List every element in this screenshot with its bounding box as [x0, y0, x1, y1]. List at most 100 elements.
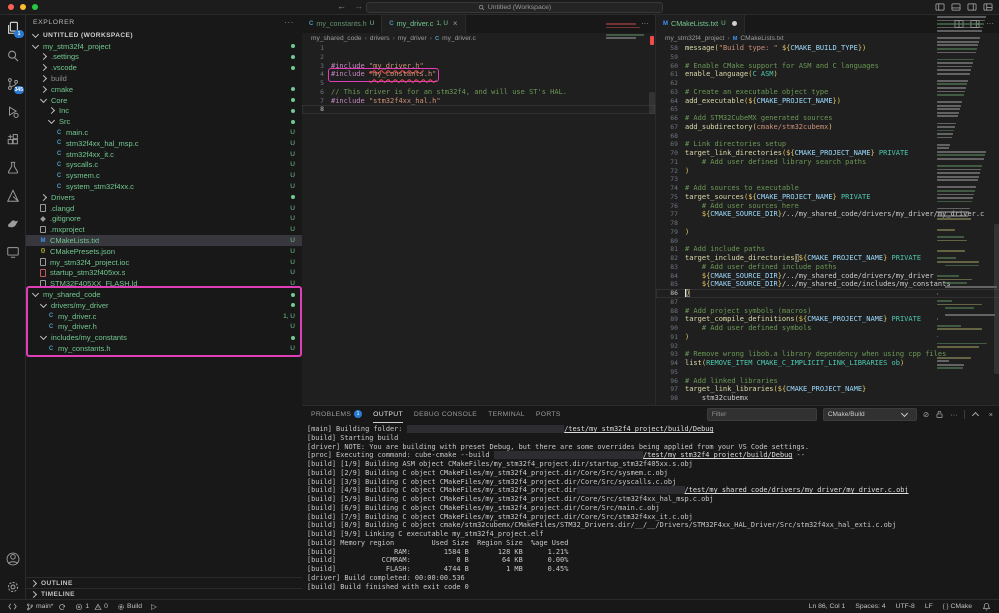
code-line[interactable]: 61enable_language(C ASM) [656, 70, 999, 79]
breadcrumb-item[interactable]: drivers [370, 35, 390, 42]
tree-file-row[interactable]: Cmy_driver.hU [25, 322, 302, 333]
tree-file-row[interactable]: Csyscalls.cU [25, 160, 302, 171]
sync-icon[interactable] [58, 603, 66, 611]
code-line[interactable]: 4#include "my_constants.h" [302, 70, 655, 79]
eol[interactable]: LF [925, 603, 933, 610]
tree-folder-row[interactable]: drivers/my_driver [25, 300, 302, 311]
tree-file-row[interactable]: my_stm32f4_project.iocU [25, 257, 302, 268]
code-line[interactable]: 67add_subdirectory(cmake/stm32cubemx) [656, 123, 999, 132]
tree-file-row[interactable]: Cstm32f4xx_it.cU [25, 149, 302, 160]
panel-tab-problems[interactable]: PROBLEMS1 [311, 407, 362, 423]
clear-output-icon[interactable]: ⊘ [923, 411, 929, 419]
breadcrumb-item[interactable]: my_driver [398, 35, 427, 42]
output-filter-input[interactable] [707, 408, 817, 421]
cursor-position[interactable]: Ln 86, Col 1 [809, 603, 846, 610]
code-line[interactable]: 81# Add include paths [656, 245, 999, 254]
tree-file-row[interactable]: .gitignoreU [25, 214, 302, 225]
code-line[interactable]: 95 [656, 368, 999, 377]
toggle-secondary-sidebar-icon[interactable] [967, 2, 977, 12]
back-icon[interactable]: ← [337, 1, 346, 11]
code-line[interactable]: 84 ${CMAKE_SOURCE_DIR}/../my_shared_code… [656, 272, 999, 281]
minimize-window-button[interactable] [20, 4, 26, 10]
code-line[interactable]: 83 # Add user defined include paths [656, 263, 999, 272]
notifications-bell-icon[interactable] [982, 602, 991, 611]
code-line[interactable]: 80 [656, 237, 999, 246]
toggle-panel-icon[interactable] [951, 2, 961, 12]
tab-my-driver[interactable]: C my_driver.c 1, U × [382, 14, 465, 33]
indentation[interactable]: Spaces: 4 [855, 603, 885, 610]
output-log[interactable]: [main] Building folder: /test/my_stm32f4… [307, 425, 997, 598]
tree-folder-row[interactable]: includes/my_constants [25, 332, 302, 343]
command-center[interactable]: Untitled (Workspace) [366, 2, 663, 13]
code-line[interactable]: 94list(REMOVE_ITEM CMAKE_C_IMPLICIT_LINK… [656, 359, 999, 368]
code-line[interactable]: 70target_link_directories(${CMAKE_PROJEC… [656, 149, 999, 158]
code-line[interactable]: 2 [302, 53, 655, 62]
editor-layout-icon[interactable] [970, 19, 980, 29]
encoding[interactable]: UTF-8 [896, 603, 915, 610]
code-line[interactable]: 8 [302, 105, 655, 114]
tree-folder-row[interactable]: my_shared_code [25, 289, 302, 300]
settings-gear-icon[interactable] [5, 579, 20, 594]
toggle-primary-sidebar-icon[interactable] [935, 2, 945, 12]
code-line[interactable]: 6// This driver is for an stm32f4, and w… [302, 88, 655, 97]
run-target-icon[interactable]: ▷ [151, 602, 157, 611]
explorer-more-actions-icon[interactable]: ··· [284, 18, 294, 27]
tree-folder-row[interactable]: .vscode [25, 62, 302, 73]
tree-file-row[interactable]: MCMakeLists.txtU [25, 235, 302, 246]
code-line[interactable]: 5 [302, 79, 655, 88]
output-link[interactable]: /test/my_shared_code/drivers/my_driver/m… [685, 486, 909, 494]
tree-folder-row[interactable]: Src [25, 116, 302, 127]
tree-folder-row[interactable]: .settings [25, 52, 302, 63]
code-line[interactable]: 66# Add STM32CubeMX generated sources [656, 114, 999, 123]
tab-cmakelists[interactable]: M CMakeLists.txt U [656, 14, 745, 33]
tree-folder-row[interactable]: Drivers [25, 192, 302, 203]
code-line[interactable]: 82target_include_directories(${CMAKE_PRO… [656, 254, 999, 263]
tree-folder-row[interactable]: my_stm32f4_project [25, 41, 302, 52]
customize-layout-icon[interactable] [983, 2, 993, 12]
code-line[interactable]: 79) [656, 228, 999, 237]
code-line[interactable]: 88# Add project symbols (macros) [656, 307, 999, 316]
tree-file-row[interactable]: Cmy_constants.hU [25, 343, 302, 354]
tree-file-row[interactable]: STM32F405XX_FLASH.ldU [25, 278, 302, 289]
remote-explorer-activity-icon[interactable] [5, 244, 20, 259]
code-line[interactable]: 68 [656, 132, 999, 141]
code-line[interactable]: 1 [302, 44, 655, 53]
breadcrumb-item[interactable]: my_stm32f4_project [665, 35, 724, 42]
tree-file-row[interactable]: .mxprojectU [25, 224, 302, 235]
close-panel-icon[interactable]: × [989, 411, 993, 419]
tree-folder-row[interactable]: Inc [25, 106, 302, 117]
cmake-activity-icon[interactable] [5, 188, 20, 203]
breadcrumb-file[interactable]: my_driver.c [442, 35, 476, 42]
code-line[interactable]: 86) [656, 289, 999, 298]
output-link[interactable]: /test/my_stm32f4_project/build/Debug [564, 425, 713, 433]
panel-tab-ports[interactable]: PORTS [536, 407, 561, 423]
panel-more-actions-icon[interactable]: ··· [950, 411, 958, 419]
breadcrumb-right[interactable]: my_stm32f4_project›MCMakeLists.txt [656, 33, 999, 44]
code-line[interactable]: 63# Create an executable object type [656, 88, 999, 97]
extensions-activity-icon[interactable] [5, 132, 20, 147]
tree-file-row[interactable]: startup_stm32f405xx.sU [25, 268, 302, 279]
code-line[interactable]: 69# Link directories setup [656, 140, 999, 149]
close-tab-icon[interactable]: × [453, 19, 458, 28]
tree-file-row[interactable]: Cstm32f4xx_hal_msp.cU [25, 138, 302, 149]
testing-activity-icon[interactable] [5, 160, 20, 175]
tree-file-row[interactable]: Csysmem.cU [25, 170, 302, 181]
code-line[interactable]: 59 [656, 53, 999, 62]
code-line[interactable]: 65 [656, 105, 999, 114]
language-mode[interactable]: { } CMake [943, 603, 972, 610]
tree-folder-row[interactable]: Core [25, 95, 302, 106]
panel-tab-output[interactable]: OUTPUT [373, 407, 403, 423]
output-channel-select[interactable]: CMake/Build [823, 408, 917, 421]
editor-right-code[interactable]: 58message("Build type: " ${CMAKE_BUILD_T… [656, 44, 999, 405]
tree-folder-row[interactable]: build [25, 73, 302, 84]
code-line[interactable]: 97target_link_libraries(${CMAKE_PROJECT_… [656, 385, 999, 394]
maximize-panel-icon[interactable] [972, 412, 979, 419]
code-line[interactable]: 76 # Add user sources here [656, 202, 999, 211]
code-line[interactable]: 98 stm32cubemx [656, 394, 999, 403]
forward-icon[interactable]: → [354, 1, 363, 11]
editor-left-code[interactable]: 123#include "my_driver.h"4#include "my_c… [302, 44, 655, 405]
explorer-activity-icon[interactable]: 1 [5, 20, 20, 35]
code-line[interactable]: 58message("Build type: " ${CMAKE_BUILD_T… [656, 44, 999, 53]
source-control-activity-icon[interactable]: 345 [5, 76, 20, 91]
close-window-button[interactable] [8, 4, 14, 10]
